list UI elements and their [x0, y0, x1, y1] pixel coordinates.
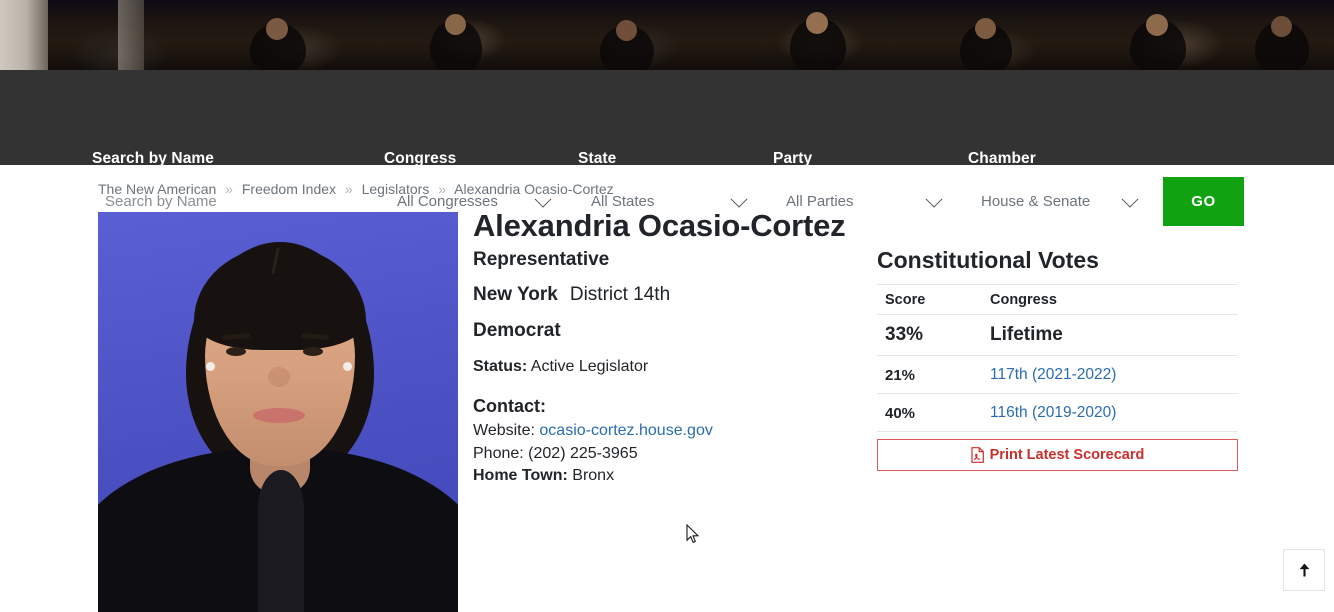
breadcrumb-item-home[interactable]: The New American	[98, 181, 216, 197]
phone-label: Phone:	[473, 444, 524, 462]
chamber-select[interactable]: House & Senate	[968, 177, 1149, 226]
portrait-earring	[343, 362, 352, 371]
column-header-congress: Congress	[982, 284, 1238, 315]
banner-figure-head	[806, 12, 828, 34]
banner-figure-head	[1271, 16, 1292, 37]
page-banner	[0, 0, 1334, 70]
banner-figure-head	[975, 18, 996, 39]
contact-website-row: Website: ocasio-cortez.house.gov	[473, 420, 713, 443]
portrait-eye	[303, 347, 323, 356]
print-scorecard-label: Print Latest Scorecard	[989, 447, 1145, 463]
chamber-filter-label: Chamber	[968, 150, 1036, 167]
banner-figure-head	[445, 14, 466, 35]
status-value: Active Legislator	[530, 358, 649, 375]
portrait-nose	[268, 367, 290, 387]
chevron-down-icon	[730, 190, 748, 208]
pdf-icon	[971, 447, 984, 463]
banner-column-left	[0, 0, 48, 70]
constitutional-votes-table: Score Congress 33% Lifetime 21% 117th (2…	[877, 284, 1238, 432]
table-row: 40% 116th (2019-2020)	[877, 393, 1238, 432]
banner-column-left-secondary	[118, 0, 144, 70]
contact-hometown-row: Home Town: Bronx	[473, 465, 713, 488]
breadcrumb-item-freedom-index[interactable]: Freedom Index	[242, 181, 336, 197]
breadcrumb-item-legislators[interactable]: Legislators	[362, 181, 430, 197]
search-name-label: Search by Name	[92, 150, 215, 167]
legislator-state: New York	[473, 284, 558, 305]
score-cell: 33%	[877, 314, 982, 356]
banner-figure-head	[266, 18, 288, 40]
party-filter-label: Party	[773, 150, 813, 167]
portrait-collar	[258, 470, 304, 612]
contact-details: Website: ocasio-cortez.house.gov Phone: …	[473, 420, 713, 488]
table-row: 21% 117th (2021-2022)	[877, 355, 1238, 394]
column-header-score: Score	[877, 284, 982, 315]
print-scorecard-button[interactable]: Print Latest Scorecard	[877, 439, 1238, 471]
banner-figure-head	[616, 20, 637, 41]
banner-figure-head	[1146, 14, 1168, 36]
hometown-value: Bronx	[572, 467, 615, 484]
contact-phone-row: Phone: (202) 225-3965	[473, 443, 713, 466]
mouse-cursor	[686, 524, 700, 544]
congress-filter-label: Congress	[384, 150, 457, 167]
congress-cell: 116th (2019-2020)	[982, 393, 1238, 432]
legislator-party: Democrat	[473, 320, 561, 341]
congress-cell: 117th (2021-2022)	[982, 355, 1238, 394]
contact-heading: Contact:	[473, 396, 546, 416]
breadcrumb-item-current: Alexandria Ocasio-Cortez	[454, 181, 614, 197]
website-link[interactable]: ocasio-cortez.house.gov	[539, 422, 712, 439]
constitutional-votes-title: Constitutional Votes	[877, 247, 1099, 273]
portrait-mouth	[253, 408, 305, 423]
state-filter-label: State	[578, 150, 617, 167]
breadcrumb: The New American » Freedom Index » Legis…	[98, 181, 614, 197]
table-header-row: Score Congress	[877, 284, 1238, 315]
phone-value: (202) 225-3965	[528, 444, 638, 462]
portrait-eye	[226, 347, 246, 356]
legislator-search-bar: Search by Name Congress All Congresses S…	[0, 70, 1334, 226]
hometown-label: Home Town:	[473, 467, 568, 484]
legislator-state-district: New York District 14th	[473, 284, 670, 306]
website-label: Website:	[473, 422, 535, 439]
arrow-up-icon	[1299, 563, 1309, 576]
score-cell: 21%	[877, 355, 982, 394]
portrait-earring	[206, 362, 215, 371]
legislator-role: Representative	[473, 249, 610, 270]
chamber-select-value: House & Senate	[981, 193, 1091, 210]
chevron-down-icon	[925, 190, 943, 208]
go-button[interactable]: GO	[1163, 177, 1244, 226]
page-title: Alexandria Ocasio-Cortez	[473, 208, 846, 243]
breadcrumb-separator: »	[225, 181, 233, 197]
congress-link[interactable]: 117th (2021-2022)	[990, 366, 1116, 383]
breadcrumb-separator: »	[344, 181, 353, 197]
chevron-down-icon	[1121, 190, 1139, 208]
legislator-district: District 14th	[569, 284, 671, 305]
table-row: 33% Lifetime	[877, 314, 1238, 356]
congress-cell: Lifetime	[982, 314, 1238, 356]
legislator-status: Status: Active Legislator	[473, 358, 648, 376]
breadcrumb-separator: »	[438, 181, 446, 197]
score-cell: 40%	[877, 393, 982, 432]
congress-link[interactable]: 116th (2019-2020)	[990, 404, 1116, 421]
legislator-portrait	[98, 212, 458, 612]
status-label: Status:	[473, 358, 528, 375]
scroll-to-top-button[interactable]	[1283, 549, 1325, 591]
